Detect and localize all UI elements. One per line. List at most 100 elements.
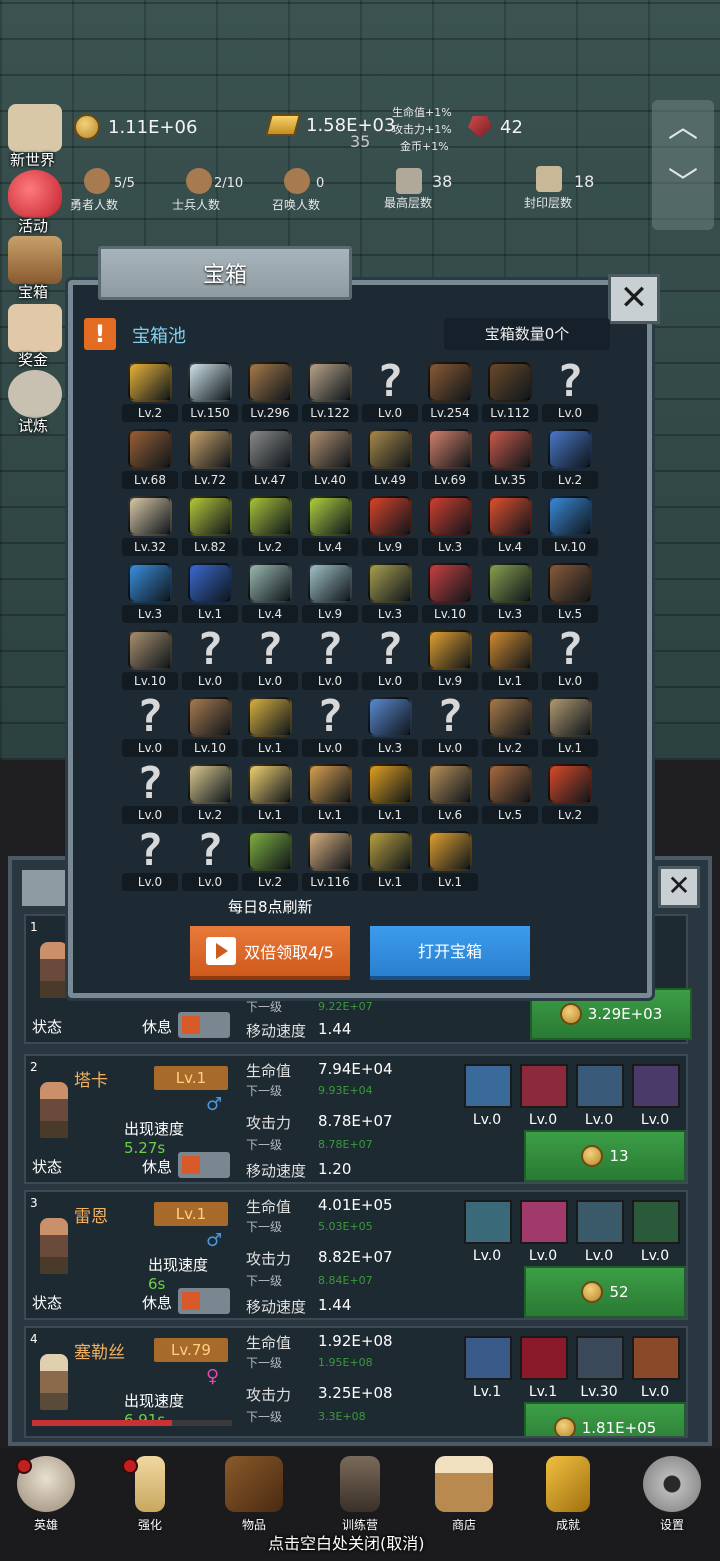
chest-item[interactable]: Lv.40 [300, 427, 358, 493]
upgrade-button[interactable]: 52 [524, 1266, 686, 1318]
nav-settings[interactable]: 设置 [630, 1456, 714, 1542]
chest-item[interactable]: Lv.2 [240, 494, 298, 560]
equip-slot-weapon[interactable] [464, 1064, 512, 1108]
chest-item[interactable]: Lv.10 [180, 695, 238, 761]
rest-toggle[interactable] [178, 1152, 230, 1178]
equip-slot-boots[interactable] [576, 1064, 624, 1108]
chest-item[interactable]: Lv.4 [480, 494, 538, 560]
chest-item[interactable]: Lv.122 [300, 360, 358, 426]
upgrade-button[interactable]: 1.81E+05 [524, 1402, 686, 1436]
chest-item[interactable]: ? Lv.0 [540, 628, 598, 694]
upgrade-button[interactable]: 13 [524, 1130, 686, 1182]
chest-item[interactable]: Lv.68 [120, 427, 178, 493]
hero-panel-close-button[interactable]: ✕ [658, 866, 700, 908]
rest-toggle[interactable] [178, 1288, 230, 1314]
chest-item[interactable]: ? Lv.0 [120, 695, 178, 761]
chest-item[interactable]: Lv.1 [180, 561, 238, 627]
chest-item[interactable]: ? Lv.0 [360, 360, 418, 426]
chest-item[interactable]: Lv.9 [420, 628, 478, 694]
chest-item[interactable]: Lv.2 [240, 829, 298, 895]
chest-item[interactable]: Lv.3 [480, 561, 538, 627]
equip-slot-boots[interactable] [576, 1200, 624, 1244]
menu-trial[interactable]: 试炼 [4, 370, 66, 436]
chest-item[interactable]: Lv.3 [360, 561, 418, 627]
equip-slot-offhand[interactable] [520, 1200, 568, 1244]
chest-item[interactable]: Lv.4 [300, 494, 358, 560]
equip-slot-weapon[interactable] [464, 1200, 512, 1244]
chest-item[interactable]: Lv.72 [180, 427, 238, 493]
chest-item[interactable]: Lv.1 [240, 762, 298, 828]
chest-item[interactable]: Lv.3 [360, 695, 418, 761]
chest-modal-close-button[interactable]: ✕ [608, 274, 660, 324]
rest-toggle[interactable] [178, 1012, 230, 1038]
double-claim-button[interactable]: 双倍领取4/5 [190, 926, 350, 980]
chest-item[interactable]: Lv.296 [240, 360, 298, 426]
chest-item[interactable]: ? Lv.0 [120, 762, 178, 828]
chest-item[interactable]: ? Lv.0 [180, 628, 238, 694]
chest-item[interactable]: Lv.10 [420, 561, 478, 627]
chest-item[interactable]: Lv.2 [480, 695, 538, 761]
chest-item[interactable]: Lv.10 [540, 494, 598, 560]
equip-slot-offhand[interactable] [520, 1064, 568, 1108]
equip-slot-armor[interactable] [632, 1064, 680, 1108]
equip-slot-armor[interactable] [632, 1200, 680, 1244]
chest-item[interactable]: ? Lv.0 [360, 628, 418, 694]
chest-item[interactable]: Lv.3 [120, 561, 178, 627]
chevron-down-icon[interactable]: ﹀ [652, 156, 714, 212]
chest-item[interactable]: ? Lv.0 [240, 628, 298, 694]
chest-item[interactable]: Lv.1 [480, 628, 538, 694]
chest-item[interactable]: Lv.47 [240, 427, 298, 493]
chest-item[interactable]: Lv.2 [540, 427, 598, 493]
chest-item[interactable]: ? Lv.0 [300, 628, 358, 694]
chest-item[interactable]: Lv.5 [480, 762, 538, 828]
chest-item[interactable]: Lv.6 [420, 762, 478, 828]
chest-item[interactable]: Lv.2 [120, 360, 178, 426]
hero-card[interactable]: 2 塔卡 Lv.1 ♂ 出现速度5.27s 状态 休息 生命值 7.94E+04… [24, 1054, 688, 1184]
menu-bonus[interactable]: 奖金 [4, 304, 66, 370]
chest-item[interactable]: Lv.82 [180, 494, 238, 560]
menu-chest[interactable]: 宝箱 [4, 236, 66, 302]
chest-item[interactable]: Lv.150 [180, 360, 238, 426]
chevron-up-icon[interactable]: ︿ [652, 100, 714, 156]
chest-item[interactable]: ? Lv.0 [120, 829, 178, 895]
chest-item[interactable]: Lv.1 [300, 762, 358, 828]
chest-item[interactable]: ? Lv.0 [300, 695, 358, 761]
chest-item[interactable]: Lv.2 [180, 762, 238, 828]
open-chest-button[interactable]: 打开宝箱 [370, 926, 530, 980]
chest-item[interactable]: Lv.1 [360, 829, 418, 895]
equip-slot-boots[interactable] [576, 1336, 624, 1380]
chest-item[interactable]: Lv.9 [300, 561, 358, 627]
chest-item[interactable]: ? Lv.0 [420, 695, 478, 761]
chest-item[interactable]: ? Lv.0 [540, 360, 598, 426]
chest-item[interactable]: Lv.1 [420, 829, 478, 895]
chest-item[interactable]: Lv.10 [120, 628, 178, 694]
hero-panel-tab[interactable] [22, 870, 68, 906]
hero-card[interactable]: 3 雷恩 Lv.1 ♂ 出现速度6s 状态 休息 生命值 4.01E+05 下一… [24, 1190, 688, 1320]
equip-slot-weapon[interactable] [464, 1336, 512, 1380]
chest-item[interactable]: Lv.35 [480, 427, 538, 493]
nav-shop[interactable]: 商店 [422, 1456, 506, 1542]
nav-achievements[interactable]: 成就 [526, 1456, 610, 1542]
chest-item[interactable]: Lv.2 [540, 762, 598, 828]
chest-item[interactable]: Lv.1 [540, 695, 598, 761]
chest-item[interactable]: Lv.254 [420, 360, 478, 426]
nav-heroes[interactable]: 英雄 [4, 1456, 88, 1542]
equip-slot-offhand[interactable] [520, 1336, 568, 1380]
chest-item[interactable]: Lv.69 [420, 427, 478, 493]
chest-item[interactable]: Lv.32 [120, 494, 178, 560]
chest-item[interactable]: Lv.3 [420, 494, 478, 560]
chest-item[interactable]: Lv.1 [360, 762, 418, 828]
chest-item[interactable]: Lv.1 [240, 695, 298, 761]
menu-new-world[interactable]: 新世界 [4, 104, 66, 170]
chest-item[interactable]: Lv.112 [480, 360, 538, 426]
tap-to-close-hint[interactable]: 点击空白处关闭(取消) [268, 1530, 425, 1554]
chest-item[interactable]: Lv.4 [240, 561, 298, 627]
chest-item[interactable]: Lv.5 [540, 561, 598, 627]
chest-item[interactable]: Lv.116 [300, 829, 358, 895]
chest-item[interactable]: ? Lv.0 [180, 829, 238, 895]
chest-item[interactable]: Lv.49 [360, 427, 418, 493]
hero-card[interactable]: 4 塞勒丝 Lv.79 ♀ 出现速度6.91s 生命值 1.92E+08 下一级… [24, 1326, 688, 1438]
nav-upgrade[interactable]: 强化 [108, 1456, 192, 1542]
chest-item[interactable]: Lv.9 [360, 494, 418, 560]
equip-slot-armor[interactable] [632, 1336, 680, 1380]
